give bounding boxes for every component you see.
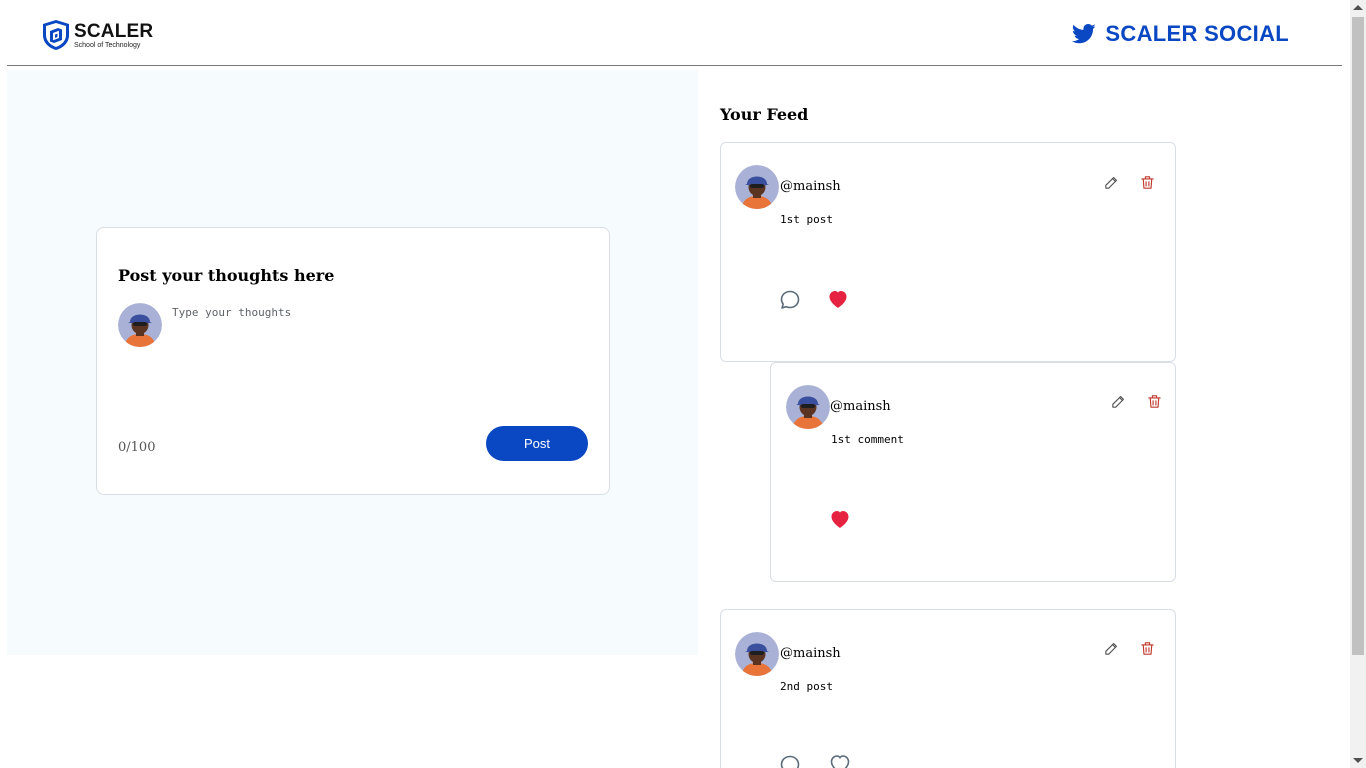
pencil-icon	[1104, 642, 1117, 655]
edit-button[interactable]	[1101, 638, 1121, 658]
speech-bubble-icon	[780, 290, 800, 309]
delete-button[interactable]	[1144, 391, 1164, 411]
header-divider	[7, 65, 1342, 66]
composer-avatar	[118, 303, 162, 347]
avatar[interactable]	[735, 632, 779, 676]
pencil-icon	[1111, 395, 1124, 408]
pencil-icon	[1104, 176, 1117, 189]
logo-subtitle: School of Technology	[74, 41, 141, 49]
like-button[interactable]	[827, 506, 853, 532]
brand-name: SCALER SOCIAL	[1105, 21, 1289, 46]
logo-title: SCALER	[74, 20, 154, 42]
like-button[interactable]	[825, 286, 851, 312]
trash-icon	[1147, 394, 1161, 408]
scrollbar-thumb[interactable]	[1352, 17, 1364, 655]
page-scrollbar[interactable]	[1350, 0, 1366, 768]
post-handle[interactable]: @mainsh	[780, 646, 841, 661]
edit-button[interactable]	[1108, 391, 1128, 411]
feed-post: @mainsh 2nd post	[720, 609, 1176, 768]
delete-button[interactable]	[1137, 638, 1157, 658]
edit-button[interactable]	[1101, 172, 1121, 192]
avatar	[118, 303, 162, 347]
scroll-down-arrow-icon[interactable]	[1353, 758, 1363, 763]
trash-icon	[1140, 641, 1154, 655]
speech-bubble-icon	[780, 755, 800, 768]
post-content: 2nd post	[780, 680, 833, 693]
comment-button[interactable]	[777, 287, 803, 313]
scroll-up-arrow-icon[interactable]	[1353, 5, 1363, 10]
avatar[interactable]	[786, 385, 830, 429]
comment-button[interactable]	[777, 752, 803, 768]
comment-content: 1st comment	[831, 433, 904, 446]
like-button[interactable]	[827, 751, 853, 768]
trash-icon	[1140, 175, 1154, 189]
post-handle[interactable]: @mainsh	[780, 179, 841, 194]
heart-icon	[831, 511, 849, 528]
feed-post: @mainsh 1st post	[720, 142, 1176, 362]
feed-title: Your Feed	[720, 105, 809, 124]
scaler-logo[interactable]: SCALER School of Technology	[42, 19, 153, 51]
top-header: SCALER School of Technology SCALER SOCIA…	[0, 0, 1350, 66]
composer-title: Post your thoughts here	[118, 266, 335, 285]
brand[interactable]: SCALER SOCIAL	[1072, 21, 1289, 47]
shield-logo-icon	[43, 20, 69, 50]
delete-button[interactable]	[1137, 172, 1157, 192]
feed-comment: @mainsh 1st comment	[770, 362, 1176, 582]
heart-icon	[829, 291, 847, 308]
character-counter: 0/100	[118, 440, 156, 455]
post-button[interactable]: Post	[486, 426, 588, 461]
avatar[interactable]	[735, 165, 779, 209]
post-content: 1st post	[780, 213, 833, 226]
post-composer: Post your thoughts here 0/100 Post	[96, 227, 610, 495]
comment-handle[interactable]: @mainsh	[830, 399, 891, 414]
bird-icon	[1072, 24, 1097, 44]
thoughts-input[interactable]	[172, 306, 582, 406]
heart-outline-icon	[830, 755, 850, 768]
